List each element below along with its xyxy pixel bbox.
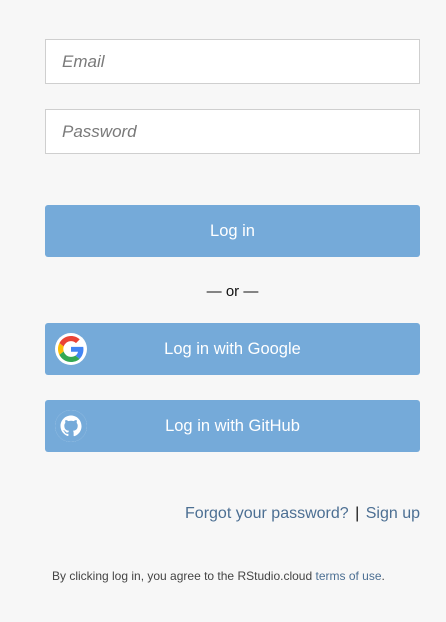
terms-prefix: By clicking log in, you agree to the RSt… [52, 569, 316, 583]
github-login-label: Log in with GitHub [165, 416, 300, 435]
or-separator: — or — [206, 283, 259, 300]
github-icon [55, 410, 87, 442]
google-login-label: Log in with Google [164, 339, 301, 358]
account-links: Forgot your password? | Sign up [185, 505, 420, 523]
link-separator: | [355, 505, 360, 522]
login-button-label: Log in [210, 221, 255, 240]
google-login-button[interactable]: Log in with Google [45, 323, 420, 375]
login-button[interactable]: Log in [45, 205, 420, 257]
github-login-button[interactable]: Log in with GitHub [45, 400, 420, 452]
login-form: Log in — or — Log in with Google Log in … [45, 39, 420, 452]
terms-of-use-link[interactable]: terms of use [315, 569, 381, 583]
email-field[interactable] [45, 39, 420, 84]
sign-up-link[interactable]: Sign up [366, 505, 420, 522]
terms-suffix: . [381, 569, 385, 583]
terms-notice: By clicking log in, you agree to the RSt… [52, 569, 385, 583]
google-icon [55, 333, 87, 365]
password-field[interactable] [45, 109, 420, 154]
forgot-password-link[interactable]: Forgot your password? [185, 505, 349, 522]
